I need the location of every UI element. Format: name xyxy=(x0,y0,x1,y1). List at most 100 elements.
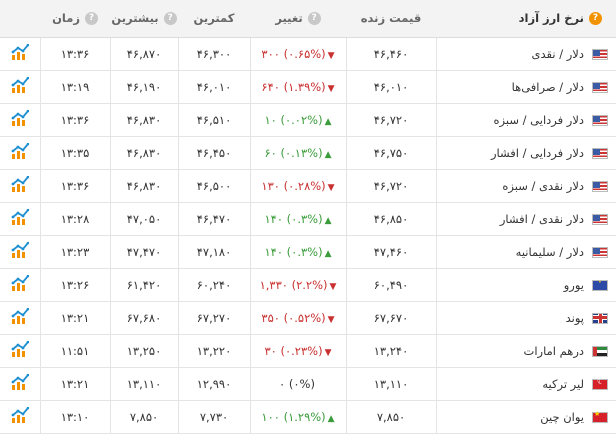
chart-cell[interactable] xyxy=(0,202,40,235)
help-icon[interactable]: ? xyxy=(84,12,98,26)
table-row[interactable]: دلار فردایی / افشار ۴۶,۷۵۰ ۶۰ (۰.۱۳%) ▲ ۴۶,۴… xyxy=(0,136,616,169)
price-cell: ۴۶,۷۵۰ xyxy=(345,136,436,169)
table-row[interactable]: یوان چین۷,۸۵۰۱۰۰ (۱.۲۹%)▲۷,۷۳۰۷,۸۵۰۱۳:۱۰ xyxy=(0,400,616,433)
currency-name-cell[interactable]: لیر ترکیه xyxy=(435,367,616,400)
chart-cell[interactable] xyxy=(0,235,40,268)
currency-name-cell[interactable]: یورو xyxy=(435,268,616,301)
time-cell: ۱۳:۳۶ xyxy=(39,37,110,70)
chart-cell[interactable] xyxy=(0,334,40,367)
table-row[interactable]: یورو۶۰,۴۹۰۱,۳۳۰ (۲.۲%)▼۶۰,۲۴۰۶۱,۴۲۰۱۳:۲۶ xyxy=(0,268,616,301)
table-row[interactable]: پوند ۶۷,۶۷۰ ۳۵۰ (۰.۵۲%) ▼ ۶۷,۲۷۰ ۶۷,۶۸۰ ۱۳:۲۱ xyxy=(0,301,616,334)
header-chart xyxy=(0,0,40,38)
change-arrow-icon: ▼ xyxy=(327,314,335,325)
currency-name-cell[interactable]: درهم امارات xyxy=(435,334,616,367)
currency-name: یوان چین xyxy=(540,409,584,424)
table-row[interactable]: دلار نقدی / افشار ۴۶,۸۵۰ ۱۴۰ (۰.۳%) ▲ ۴۶,۴۷۰… xyxy=(0,202,616,235)
table-row[interactable]: دلار / نقدی ۴۶,۴۶۰ ۳۰۰ (۰.۶۵%) ▼ ۴۶,۳۰۰ ۴۶,۸۷… xyxy=(0,37,616,70)
change-value: ۰ (۰%) xyxy=(279,376,315,391)
change-value: ۱,۳۳۰ (۲.۲%) xyxy=(259,277,328,292)
time-cell: ۱۳:۳۶ xyxy=(39,169,110,202)
chart-cell[interactable] xyxy=(0,136,40,169)
high-cell: ۴۶,۸۳۰ xyxy=(109,169,178,202)
currency-name-cell[interactable]: دلار فردایی / سبزه xyxy=(435,103,616,136)
cn-flag-icon xyxy=(592,410,608,423)
table-row[interactable]: درهم امارات ۱۳,۲۴۰ ۳۰ (۰.۲۳%) ▼ ۱۳,۲۲۰ ۱۳,۲۵۰… xyxy=(0,334,616,367)
change-value: ۶۴۰ (۱.۳۹%) xyxy=(261,79,326,94)
time-cell: ۱۳:۲۱ xyxy=(39,301,110,334)
chart-icon[interactable] xyxy=(11,208,30,228)
chart-icon[interactable] xyxy=(11,406,30,426)
ae-flag-icon xyxy=(592,345,608,357)
change-arrow-icon: ▼ xyxy=(327,50,335,61)
chart-cell[interactable] xyxy=(0,37,40,70)
currency-name-cell[interactable]: دلار فردایی / افشار xyxy=(435,136,616,169)
change-cell: ۳۰ (۰.۲۳%) ▼ xyxy=(249,334,346,367)
chart-icon[interactable] xyxy=(11,76,30,96)
chart-cell[interactable] xyxy=(0,400,40,433)
change-cell: ۳۰۰ (۰.۶۵%) ▼ xyxy=(249,37,346,70)
eu-flag-icon xyxy=(592,275,608,291)
help-icon[interactable]: ? xyxy=(589,12,602,26)
currency-name-cell[interactable]: دلار / صرافی‌ها xyxy=(435,70,616,103)
price-cell: ۶۰,۴۹۰ xyxy=(345,268,436,301)
chart-icon[interactable] xyxy=(11,373,30,393)
currency-name-cell[interactable]: دلار نقدی / افشار xyxy=(435,202,616,235)
header-low: کمترین xyxy=(178,0,250,38)
help-icon[interactable]: ? xyxy=(163,12,177,26)
table-row[interactable]: لیر ترکیه۱۳,۱۱۰۰ (۰%)۱۲,۹۹۰۱۳,۱۱۰۱۳:۲۱ xyxy=(0,367,616,400)
chart-icon[interactable] xyxy=(11,307,30,327)
price-cell: ۶۷,۶۷۰ xyxy=(345,301,436,334)
currency-name: دلار نقدی / افشار xyxy=(499,211,584,226)
table-row[interactable]: دلار نقدی / سبزه ۴۶,۷۲۰ ۱۳۰ (۰.۲۸%) ▼ ۴۶,۵۰۰… xyxy=(0,169,616,202)
chart-cell[interactable] xyxy=(0,169,40,202)
low-cell: ۱۲,۹۹۰ xyxy=(177,367,250,400)
change-cell: ۰ (۰%) xyxy=(249,367,346,400)
chart-cell[interactable] xyxy=(0,268,40,301)
change-cell: ۶۴۰ (۱.۳۹%) ▼ xyxy=(249,70,346,103)
currency-name-cell[interactable]: دلار نقدی / سبزه xyxy=(435,169,616,202)
time-cell: ۱۳:۳۵ xyxy=(39,136,110,169)
chart-cell[interactable] xyxy=(0,70,40,103)
chart-icon[interactable] xyxy=(11,274,30,294)
chart-icon[interactable] xyxy=(11,175,30,195)
low-cell: ۴۶,۰۱۰ xyxy=(177,70,250,103)
price-cell: ۴۶,۴۶۰ xyxy=(345,37,436,70)
currency-name: دلار فردایی / سبزه xyxy=(493,112,585,127)
change-arrow-icon: ▲ xyxy=(324,149,332,160)
low-cell: ۴۶,۵۱۰ xyxy=(177,103,250,136)
chart-cell[interactable] xyxy=(0,367,40,400)
change-arrow-icon: ▲ xyxy=(327,413,335,424)
table-row[interactable]: دلار فردایی / سبزه ۴۶,۷۲۰ ۱۰ (۰.۰۲%) ▲ ۴۶,۵۱… xyxy=(0,103,616,136)
high-cell: ۴۶,۸۷۰ xyxy=(109,37,178,70)
change-cell: ۱,۳۳۰ (۲.۲%) ▼ xyxy=(249,268,346,301)
currency-name-cell[interactable]: دلار / سلیمانیه xyxy=(435,235,616,268)
high-cell: ۴۷,۴۷۰ xyxy=(109,235,178,268)
change-value: ۳۰ (۰.۲۳%) xyxy=(264,343,323,358)
table-row[interactable]: دلار / سلیمانیه ۴۷,۴۶۰ ۱۴۰ (۰.۳%) ▲ ۴۷,۱۸۰ ۴۷… xyxy=(0,235,616,268)
price-cell: ۴۶,۰۱۰ xyxy=(345,70,436,103)
gb-flag-icon xyxy=(592,312,608,324)
chart-icon[interactable] xyxy=(11,43,30,63)
currency-name-cell[interactable]: پوند xyxy=(435,301,616,334)
change-arrow-icon: ▼ xyxy=(324,347,332,358)
chart-icon[interactable] xyxy=(11,340,30,360)
time-cell: ۱۳:۱۰ xyxy=(39,400,110,433)
header-title: ?نرخ ارز آزاد xyxy=(436,0,616,38)
table-row[interactable]: دلار / صرافی‌ها ۴۶,۰۱۰ ۶۴۰ (۱.۳۹%) ▼ ۴۶,۰۱۰ ۴… xyxy=(0,70,616,103)
header-change: ?تغییر xyxy=(250,0,346,38)
help-icon[interactable]: ? xyxy=(307,12,321,26)
chart-icon[interactable] xyxy=(11,142,30,162)
time-cell: ۱۱:۵۱ xyxy=(39,334,110,367)
currency-name: درهم امارات xyxy=(523,343,584,358)
chart-cell[interactable] xyxy=(0,301,40,334)
currency-name-cell[interactable]: یوان چین xyxy=(435,400,616,433)
change-value: ۱۰۰ (۱.۲۹%) xyxy=(261,409,326,424)
us-flag-icon xyxy=(592,246,608,258)
us-flag-icon xyxy=(592,147,608,159)
change-cell: ۱۴۰ (۰.۳%) ▲ xyxy=(249,235,346,268)
currency-name: لیر ترکیه xyxy=(542,376,584,391)
chart-cell[interactable] xyxy=(0,103,40,136)
chart-icon[interactable] xyxy=(11,241,30,261)
currency-name-cell[interactable]: دلار / نقدی xyxy=(435,37,616,70)
chart-icon[interactable] xyxy=(11,109,30,129)
